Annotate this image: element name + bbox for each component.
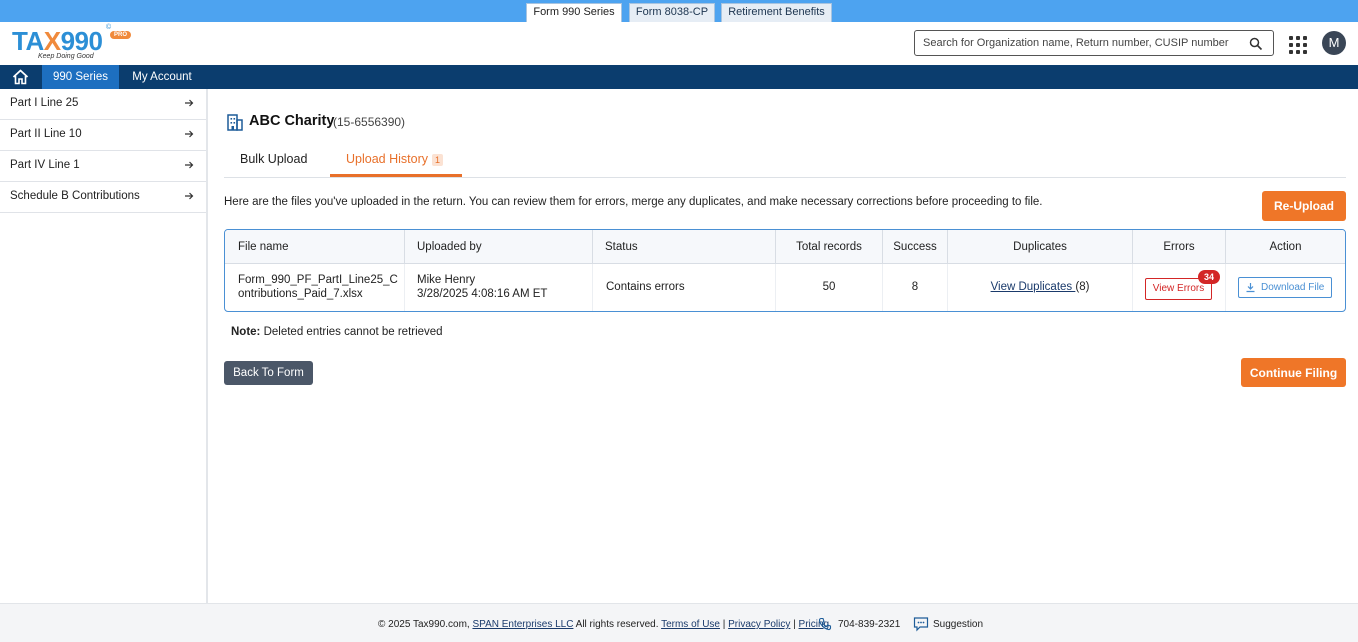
uploader-name: Mike Henry [417, 274, 476, 286]
phone-number[interactable]: 704-839-2321 [838, 619, 900, 630]
tab-upload-history[interactable]: Upload History 1 [330, 152, 462, 177]
separator: | [790, 619, 799, 630]
sidebar-item-part-iv-line-1[interactable]: Part IV Line 1 [0, 151, 206, 182]
copyright-text: © 2025 Tax990.com, [378, 619, 473, 630]
note-text: Note: Deleted entries cannot be retrieve… [231, 326, 443, 338]
apps-grid-icon[interactable] [1289, 36, 1307, 54]
arrow-right-icon [185, 161, 194, 169]
home-button[interactable] [0, 65, 42, 89]
cell-duplicates: View Duplicates (8) [948, 264, 1133, 311]
nav-my-account[interactable]: My Account [124, 65, 200, 89]
organization-name: ABC Charity [249, 113, 335, 129]
logo-pro-badge: PRO [110, 31, 132, 39]
logo-registered-mark: © [106, 24, 112, 31]
home-icon [12, 69, 29, 85]
view-duplicates-link[interactable]: View Duplicates [991, 281, 1076, 293]
logo-tagline: Keep Doing Good [38, 53, 94, 60]
logo-wordmark: TAX990 [12, 26, 103, 56]
errors-count-badge: 34 [1198, 270, 1220, 284]
upload-history-table: File name Uploaded by Status Total recor… [224, 229, 1346, 312]
privacy-link[interactable]: Privacy Policy [728, 619, 790, 630]
file-name-line-1: Form_990_PF_PartI_Line25_C [238, 274, 398, 286]
tab-form-990-series[interactable]: Form 990 Series [526, 3, 622, 22]
company-link[interactable]: SPAN Enterprises LLC [472, 619, 573, 630]
table-header: File name Uploaded by Status Total recor… [225, 230, 1345, 264]
building-icon [227, 114, 243, 131]
arrow-right-icon [185, 192, 194, 200]
tabs-divider [224, 177, 1346, 178]
column-header-errors: Errors [1133, 230, 1226, 264]
tab-retirement-benefits[interactable]: Retirement Benefits [721, 3, 832, 22]
sidebar-item-part-ii-line-10[interactable]: Part II Line 10 [0, 120, 206, 151]
avatar[interactable]: M [1322, 31, 1346, 55]
cell-total-records: 50 [776, 264, 883, 311]
sidebar-item-label: Part IV Line 1 [10, 159, 80, 171]
column-header-uploaded-by: Uploaded by [405, 230, 593, 264]
suggestion-icon [913, 617, 929, 632]
search-box [914, 30, 1274, 56]
footer-text: © 2025 Tax990.com, SPAN Enterprises LLC … [378, 619, 829, 630]
column-header-action: Action [1269, 241, 1302, 253]
column-header-file-name: File name [225, 230, 405, 264]
arrow-right-icon [185, 130, 194, 138]
tab-form-8038-cp[interactable]: Form 8038-CP [629, 3, 715, 22]
cell-file-name: Form_990_PF_PartI_Line25_C ontributions_… [225, 264, 405, 311]
suggestion-link[interactable]: Suggestion [933, 619, 983, 630]
cell-uploaded-by: Mike Henry 3/28/2025 4:08:16 AM ET [405, 264, 593, 311]
search-icon[interactable] [1249, 37, 1263, 51]
sidebar: Part I Line 25 Part II Line 10 Part IV L… [0, 89, 208, 603]
sidebar-item-schedule-b[interactable]: Schedule B Contributions [0, 182, 206, 213]
tab-label: Bulk Upload [240, 152, 308, 166]
sidebar-item-label: Schedule B Contributions [10, 190, 140, 202]
product-tabs-bar: Form 990 Series Form 8038-CP Retirement … [0, 0, 1358, 22]
search-input[interactable] [923, 35, 1243, 51]
arrow-right-icon [185, 99, 194, 107]
terms-link[interactable]: Terms of Use [661, 619, 720, 630]
logo[interactable]: TAX990 © PRO Keep Doing Good [12, 24, 132, 62]
sidebar-item-part-i-line-25[interactable]: Part I Line 25 [0, 89, 206, 120]
rights-text: All rights reserved. [573, 619, 662, 630]
phone-icon [818, 617, 832, 631]
separator: | [719, 619, 729, 630]
re-upload-button[interactable]: Re-Upload [1262, 191, 1346, 221]
column-header-duplicates: Duplicates [948, 230, 1133, 264]
tab-label: Upload History [346, 152, 428, 166]
tab-bulk-upload[interactable]: Bulk Upload [240, 152, 320, 177]
download-file-button[interactable]: Download File [1238, 277, 1332, 298]
column-header-success: Success [883, 230, 948, 264]
note-label: Note: [231, 326, 261, 338]
column-header-total-records: Total records [776, 230, 883, 264]
footer: © 2025 Tax990.com, SPAN Enterprises LLC … [0, 603, 1358, 642]
download-icon [1246, 283, 1255, 293]
continue-filing-button[interactable]: Continue Filing [1241, 358, 1346, 387]
main-nav: 990 Series My Account [0, 65, 1358, 89]
header: TAX990 © PRO Keep Doing Good M [0, 22, 1358, 65]
upload-history-count-badge: 1 [431, 154, 443, 166]
column-header-status: Status [593, 230, 776, 264]
sidebar-item-label: Part II Line 10 [10, 128, 82, 140]
upload-timestamp: 3/28/2025 4:08:16 AM ET [417, 288, 548, 300]
nav-990-series[interactable]: 990 Series [42, 65, 119, 89]
duplicates-count: (8) [1075, 281, 1090, 293]
sidebar-item-label: Part I Line 25 [10, 97, 79, 109]
cell-status: Contains errors [593, 264, 776, 311]
download-file-label: Download File [1261, 282, 1325, 293]
note-body: Deleted entries cannot be retrieved [260, 326, 443, 338]
intro-text: Here are the files you've uploaded in th… [224, 196, 1043, 208]
cell-success: 8 [883, 264, 948, 311]
organization-ein: (15-6556390) [333, 115, 406, 129]
back-to-form-button[interactable]: Back To Form [224, 361, 313, 385]
file-name-line-2: ontributions_Paid_7.xlsx [238, 288, 363, 300]
